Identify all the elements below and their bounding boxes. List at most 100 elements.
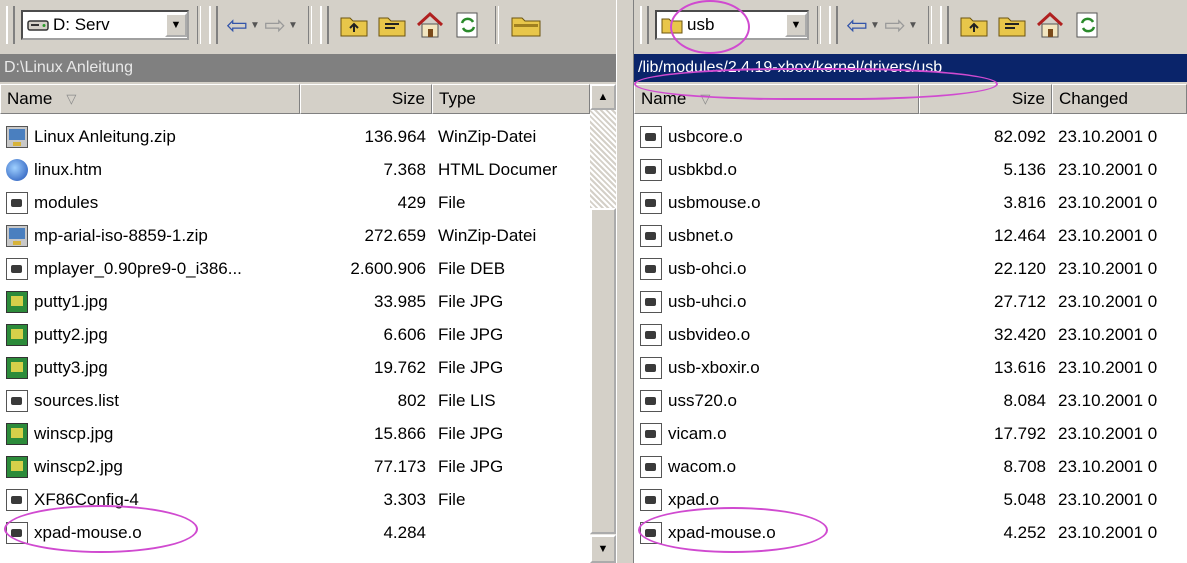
local-path-bar[interactable]: D:\Linux Anleitung <box>0 54 616 82</box>
remote-path-bar[interactable]: /lib/modules/2.4.19-xbox/kernel/drivers/… <box>634 54 1187 82</box>
file-row[interactable]: putty3.jpg 19.762 File JPG <box>0 351 590 384</box>
file-row[interactable]: putty2.jpg 6.606 File JPG <box>0 318 590 351</box>
chevron-down-icon[interactable]: ▼ <box>288 20 298 31</box>
file-row[interactable]: xpad.o 5.048 23.10.2001 0 <box>634 483 1187 516</box>
file-row[interactable]: putty1.jpg 33.985 File JPG <box>0 285 590 318</box>
file-row[interactable]: usb-uhci.o 27.712 23.10.2001 0 <box>634 285 1187 318</box>
root-folder-button[interactable] <box>375 8 409 42</box>
html-file-icon <box>6 158 28 181</box>
refresh-button[interactable] <box>451 8 485 42</box>
parent-folder-button[interactable] <box>337 8 371 42</box>
back-button[interactable]: ⇦ ▼ <box>226 8 260 42</box>
generic-file-icon <box>640 125 662 148</box>
file-name: xpad-mouse.o <box>34 522 142 542</box>
file-type: File LIS <box>438 390 496 410</box>
column-header-name[interactable]: Name ▽ <box>0 84 300 114</box>
file-size: 33.985 <box>374 291 426 311</box>
home-button[interactable] <box>413 8 447 42</box>
toolbar-grip[interactable] <box>209 6 218 44</box>
file-row[interactable]: winscp.jpg 15.866 File JPG <box>0 417 590 450</box>
folder-dropdown-button[interactable]: ▼ <box>785 13 807 37</box>
file-name-cell: usbcore.o <box>634 125 919 148</box>
file-row[interactable]: mp-arial-iso-8859-1.zip 272.659 WinZip-Dat… <box>0 219 590 252</box>
folder-selector[interactable]: usb ▼ <box>655 10 809 40</box>
file-row[interactable]: linux.htm 7.368 HTML Documer <box>0 153 590 186</box>
file-row[interactable]: modules 429 File <box>0 186 590 219</box>
open-folder-button[interactable] <box>509 8 543 42</box>
forward-button[interactable]: ⇨ ▼ <box>884 8 918 42</box>
drive-selector[interactable]: D: Serv ▼ <box>21 10 189 40</box>
file-row[interactable]: xpad-mouse.o 4.284 <box>0 516 590 549</box>
file-size: 272.659 <box>364 225 426 245</box>
scroll-track[interactable] <box>590 110 616 208</box>
file-size: 77.173 <box>374 456 426 476</box>
file-size: 4.252 <box>1003 522 1046 542</box>
column-header-size[interactable]: Size <box>300 84 432 114</box>
file-row[interactable]: mplayer_0.90pre9-0_i386... 2.600.906 File … <box>0 252 590 285</box>
file-name-cell: xpad-mouse.o <box>634 521 919 544</box>
file-row[interactable]: usb-xboxir.o 13.616 23.10.2001 0 <box>634 351 1187 384</box>
home-button[interactable] <box>1033 8 1067 42</box>
file-name-cell: XF86Config-4 <box>0 488 300 511</box>
file-name: usb-uhci.o <box>668 291 747 311</box>
panel-splitter[interactable] <box>616 0 634 563</box>
column-header-type[interactable]: Type <box>432 84 590 114</box>
root-folder-button[interactable] <box>995 8 1029 42</box>
file-name-cell: xpad-mouse.o <box>0 521 300 544</box>
file-name: xpad-mouse.o <box>668 522 776 542</box>
column-header-name[interactable]: Name ▽ <box>634 84 919 114</box>
column-header-size[interactable]: Size <box>919 84 1052 114</box>
file-row[interactable]: sources.list 802 File LIS <box>0 384 590 417</box>
file-row[interactable]: uss720.o 8.084 23.10.2001 0 <box>634 384 1187 417</box>
file-type: WinZip-Datei <box>438 126 537 146</box>
file-size: 429 <box>397 192 426 212</box>
scroll-down-button[interactable]: ▼ <box>590 535 616 563</box>
parent-folder-button[interactable] <box>957 8 991 42</box>
remote-file-list[interactable]: usbcore.o 82.092 23.10.2001 0 usbkbd.o 5.136… <box>634 114 1187 563</box>
forward-button[interactable]: ⇨ ▼ <box>264 8 298 42</box>
toolbar-grip[interactable] <box>940 6 949 44</box>
file-name-cell: usbvideo.o <box>634 323 919 346</box>
file-changed: 23.10.2001 0 <box>1058 489 1158 509</box>
file-row[interactable]: winscp2.jpg 77.173 File JPG <box>0 450 590 483</box>
file-row[interactable]: wacom.o 8.708 23.10.2001 0 <box>634 450 1187 483</box>
folder-icon <box>661 18 683 34</box>
toolbar-grip[interactable] <box>6 6 15 44</box>
file-row[interactable]: xpad-mouse.o 4.252 23.10.2001 0 <box>634 516 1187 549</box>
chevron-down-icon[interactable]: ▼ <box>250 20 260 31</box>
file-row[interactable]: usb-ohci.o 22.120 23.10.2001 0 <box>634 252 1187 285</box>
local-vertical-scrollbar[interactable]: ▲ ▼ <box>590 84 616 563</box>
file-row[interactable]: Linux Anleitung.zip 136.964 WinZip-Datei <box>0 120 590 153</box>
chevron-down-icon[interactable]: ▼ <box>908 20 918 31</box>
file-changed: 23.10.2001 0 <box>1058 423 1158 443</box>
toolbar-separator <box>495 6 499 44</box>
toolbar-grip[interactable] <box>640 6 649 44</box>
scroll-up-button[interactable]: ▲ <box>590 84 616 110</box>
toolbar-grip[interactable] <box>320 6 329 44</box>
file-size: 8.084 <box>1003 390 1046 410</box>
refresh-button[interactable] <box>1071 8 1105 42</box>
file-row[interactable]: usbmouse.o 3.816 23.10.2001 0 <box>634 186 1187 219</box>
file-row[interactable]: vicam.o 17.792 23.10.2001 0 <box>634 417 1187 450</box>
file-name-cell: putty1.jpg <box>0 290 300 313</box>
file-row[interactable]: usbcore.o 82.092 23.10.2001 0 <box>634 120 1187 153</box>
file-name-cell: mp-arial-iso-8859-1.zip <box>0 224 300 247</box>
file-name-cell: winscp.jpg <box>0 422 300 445</box>
image-file-icon <box>6 290 28 313</box>
file-size: 13.616 <box>994 357 1046 377</box>
drive-dropdown-button[interactable]: ▼ <box>165 13 187 37</box>
column-header-changed[interactable]: Changed <box>1052 84 1187 114</box>
file-size: 3.303 <box>383 489 426 509</box>
file-row[interactable]: usbnet.o 12.464 23.10.2001 0 <box>634 219 1187 252</box>
file-row[interactable]: XF86Config-4 3.303 File <box>0 483 590 516</box>
chevron-down-icon[interactable]: ▼ <box>870 20 880 31</box>
file-row[interactable]: usbvideo.o 32.420 23.10.2001 0 <box>634 318 1187 351</box>
file-name: putty3.jpg <box>34 357 108 377</box>
file-row[interactable]: usbkbd.o 5.136 23.10.2001 0 <box>634 153 1187 186</box>
back-button[interactable]: ⇦ ▼ <box>846 8 880 42</box>
local-file-list[interactable]: Linux Anleitung.zip 136.964 WinZip-Datei li… <box>0 114 590 563</box>
drive-label: D: Serv <box>53 15 110 34</box>
scroll-thumb[interactable] <box>590 208 616 534</box>
generic-file-icon <box>640 323 662 346</box>
toolbar-grip[interactable] <box>829 6 838 44</box>
